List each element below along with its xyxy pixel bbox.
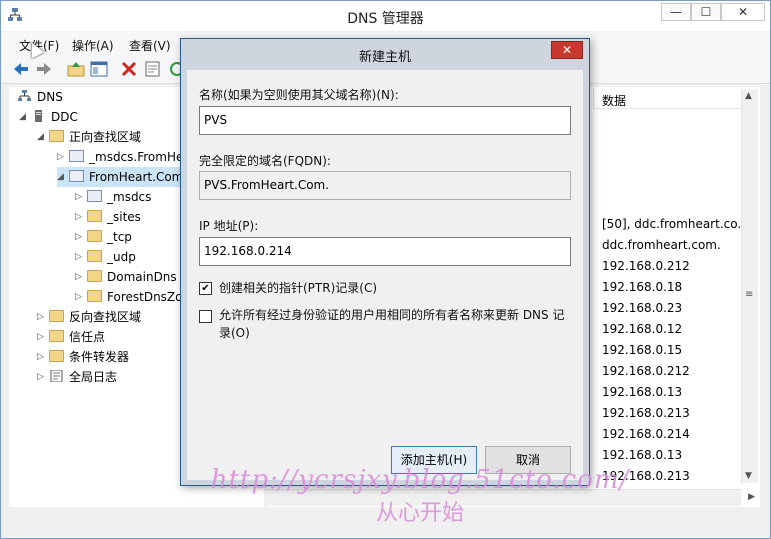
expand-arrow-icon[interactable]: ◢	[57, 167, 67, 187]
ptr-checkbox[interactable]: ✔	[199, 282, 212, 295]
fqdn-label: 完全限定的域名(FQDN):	[199, 154, 331, 168]
allow-update-checkbox[interactable]	[199, 310, 212, 323]
tree-label: ForestDnsZo	[107, 290, 183, 304]
collapse-arrow-icon[interactable]: ▷	[75, 227, 85, 247]
tree-label: _tcp	[107, 230, 132, 244]
record-data[interactable]: ddc.fromheart.com.	[602, 238, 721, 252]
tree-label: 反向查找区域	[69, 310, 142, 324]
collapse-arrow-icon[interactable]: ▷	[75, 267, 85, 287]
tree-label: DomainDns	[107, 270, 177, 284]
dialog-title-bar: 新建主机 ✕	[181, 39, 589, 69]
collapse-arrow-icon[interactable]: ▷	[75, 247, 85, 267]
close-button[interactable]: ✕	[721, 3, 765, 21]
minimize-button[interactable]: —	[661, 3, 691, 21]
tree-item-fromheart-zone[interactable]: ◢ FromHeart.Com	[57, 167, 184, 187]
tree-label: 全局日志	[69, 370, 118, 384]
collapse-arrow-icon[interactable]: ▷	[37, 367, 47, 387]
forward-arrow-icon[interactable]	[34, 60, 54, 78]
collapse-arrow-icon[interactable]: ▷	[57, 147, 67, 167]
ptr-checkbox-label[interactable]: 创建相关的指针(PTR)记录(C)	[219, 279, 574, 297]
collapse-arrow-icon[interactable]: ▷	[75, 287, 85, 307]
collapse-arrow-icon[interactable]: ▷	[75, 207, 85, 227]
folder-icon	[87, 250, 102, 262]
watermark: http://ycrsjxy.blog.51cto.com/ 从心开始	[180, 465, 660, 527]
dns-node-icon	[18, 90, 31, 101]
record-data[interactable]: 192.168.0.13	[602, 385, 682, 399]
expand-arrow-icon[interactable]: ◢	[19, 107, 29, 127]
tree-label: 条件转发器	[69, 350, 130, 364]
folder-icon	[87, 210, 102, 222]
scroll-up-icon[interactable]: ▲	[745, 91, 752, 101]
tree-label: 信任点	[69, 330, 106, 344]
tree-label: DNS	[37, 90, 63, 104]
record-data[interactable]: 192.168.0.214	[602, 427, 690, 441]
scroll-down-icon[interactable]: ▼	[745, 471, 752, 481]
folder-icon	[49, 330, 64, 342]
menu-view[interactable]: 查看(V)	[129, 37, 171, 54]
record-data[interactable]: [50], ddc.fromheart.co...	[602, 217, 749, 231]
tree-label: _msdcs.FromHe	[89, 150, 184, 164]
record-data[interactable]: 192.168.0.212	[602, 259, 690, 273]
back-arrow-icon[interactable]	[11, 60, 31, 78]
new-host-dialog: 新建主机 ✕ 名称(如果为空则使用其父域名称)(N): PVS 完全限定的域名(…	[180, 38, 590, 486]
scroll-thumb-grip-icon[interactable]: ≡	[745, 289, 753, 300]
column-header-data[interactable]: 数据	[593, 89, 745, 109]
delete-icon[interactable]	[119, 60, 139, 78]
name-input[interactable]: PVS	[199, 106, 571, 135]
tree-label: _udp	[107, 250, 136, 264]
zone-icon	[87, 190, 102, 202]
tree-label: _sites	[107, 210, 141, 224]
log-icon	[50, 370, 63, 382]
folder-icon	[49, 130, 64, 142]
zone-icon	[69, 170, 84, 182]
properties-icon[interactable]	[143, 60, 163, 78]
ip-address-input[interactable]: 192.168.0.214	[199, 237, 571, 266]
dialog-close-button[interactable]: ✕	[551, 41, 583, 59]
show-console-tree-icon[interactable]	[89, 60, 109, 78]
tree-label: FromHeart.Com	[89, 170, 184, 184]
record-data[interactable]: 192.168.0.18	[602, 280, 682, 294]
watermark-slogan: 从心开始	[375, 501, 464, 526]
expand-arrow-icon[interactable]: ◢	[37, 127, 47, 147]
folder-icon	[49, 350, 64, 362]
allow-update-checkbox-label[interactable]: 允许所有经过身份验证的用户用相同的所有者名称来更新 DNS 记录(O)	[219, 306, 574, 342]
folder-icon	[87, 270, 102, 282]
name-label: 名称(如果为空则使用其父域名称)(N):	[199, 88, 399, 102]
maximize-button[interactable]: ☐	[691, 3, 721, 21]
tree-label: DDC	[51, 110, 78, 124]
scroll-right-icon[interactable]: ▶	[748, 492, 755, 502]
folder-icon	[49, 310, 64, 322]
record-data[interactable]: 192.168.0.12	[602, 322, 682, 336]
record-data[interactable]: 192.168.0.23	[602, 301, 682, 315]
ip-label: IP 地址(P):	[199, 219, 259, 233]
tree-label: _msdcs	[107, 190, 152, 204]
server-icon	[35, 110, 42, 122]
record-data[interactable]: 192.168.0.212	[602, 364, 690, 378]
fqdn-field: PVS.FromHeart.Com.	[199, 171, 571, 200]
folder-icon	[87, 290, 102, 302]
up-folder-icon[interactable]	[66, 60, 86, 78]
dialog-body: 名称(如果为空则使用其父域名称)(N): PVS 完全限定的域名(FQDN): …	[187, 70, 583, 480]
tree-label: 正向查找区域	[69, 130, 142, 144]
dialog-title: 新建主机	[358, 50, 411, 65]
zone-icon	[69, 150, 84, 162]
watermark-url: http://ycrsjxy.blog.51cto.com/	[210, 465, 630, 495]
window-title: DNS 管理器	[347, 11, 424, 27]
record-data[interactable]: 192.168.0.213	[602, 406, 690, 420]
vertical-scrollbar[interactable]: ▲ ≡ ▼	[741, 89, 758, 483]
menu-action[interactable]: 操作(A)	[72, 37, 114, 54]
title-bar: DNS 管理器 — ☐ ✕	[1, 1, 770, 31]
folder-icon	[87, 230, 102, 242]
column-header-label: 数据	[602, 94, 627, 108]
record-data[interactable]: 192.168.0.15	[602, 343, 682, 357]
collapse-arrow-icon[interactable]: ▷	[37, 307, 47, 327]
collapse-arrow-icon[interactable]: ▷	[37, 347, 47, 367]
collapse-arrow-icon[interactable]: ▷	[37, 327, 47, 347]
collapse-arrow-icon[interactable]: ▷	[75, 187, 85, 207]
record-data[interactable]: 192.168.0.13	[602, 448, 682, 462]
